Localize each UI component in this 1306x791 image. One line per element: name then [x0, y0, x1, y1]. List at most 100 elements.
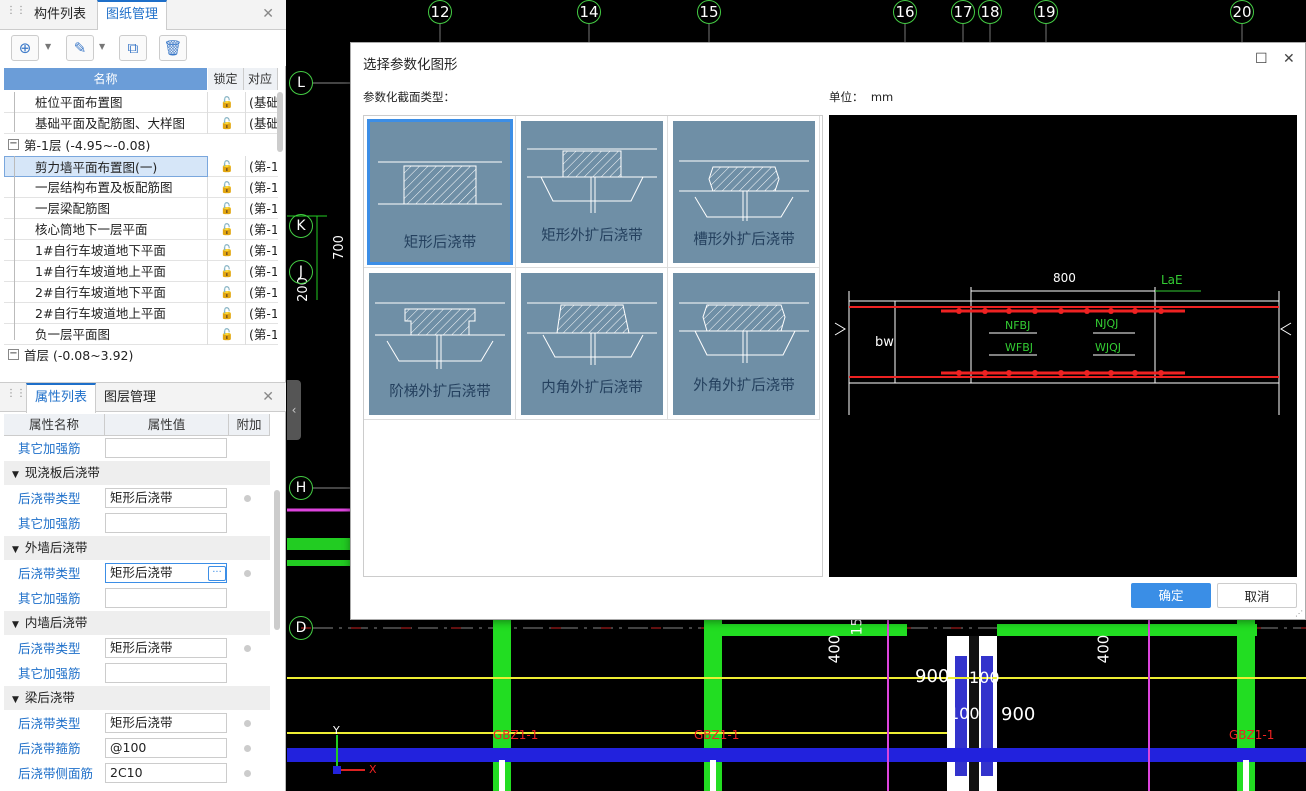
property-row[interactable]: 后浇带类型 矩形后浇带 ···	[4, 561, 270, 586]
lock-icon[interactable]: 🔓	[209, 198, 246, 219]
property-value[interactable]	[105, 588, 227, 608]
property-value[interactable]: 矩形后浇带	[105, 713, 227, 733]
column-header-extra: 附加	[229, 414, 270, 436]
ellipsis-button[interactable]: ···	[208, 566, 226, 581]
dropdown-arrow-icon[interactable]: ▼	[99, 42, 105, 51]
column-header-name[interactable]: 名称	[4, 68, 208, 90]
property-row[interactable]: 后浇带类型 矩形后浇带	[4, 711, 270, 736]
property-row[interactable]: 后浇带类型 矩形后浇带	[4, 486, 270, 511]
floor-group[interactable]: − 第-1层 (-4.95~-0.08)	[4, 135, 278, 156]
dim-text: 100	[969, 668, 1000, 687]
list-item[interactable]: 负一层平面图 🔓 (第-1	[4, 324, 278, 345]
lock-icon[interactable]: 🔓	[209, 324, 246, 345]
drag-grip-icon[interactable]: ⋮⋮	[6, 6, 26, 22]
preview-dim-800: 800	[1053, 271, 1076, 285]
collapse-icon[interactable]: −	[8, 139, 19, 150]
property-row[interactable]: 其它加强筋	[4, 511, 270, 536]
resize-grip-icon[interactable]: ⋰	[1295, 609, 1303, 618]
property-value[interactable]	[105, 663, 227, 683]
axis-number: 20	[1230, 0, 1254, 24]
property-row[interactable]: 后浇带类型 矩形后浇带	[4, 636, 270, 661]
property-value[interactable]: 矩形后浇带	[105, 638, 227, 658]
drawing-tabbar: ⋮⋮ 构件列表 图纸管理 ✕	[0, 0, 286, 30]
shape-step-expand-post-pour[interactable]: 阶梯外扩后浇带	[364, 268, 516, 420]
shape-outer-corner-expand[interactable]: 外角外扩后浇带	[668, 268, 820, 420]
shape-gallery: 矩形后浇带 矩形外扩后浇带 槽形外扩后浇带 阶梯外扩后浇带 内角外扩后浇带 外角…	[363, 115, 823, 577]
lock-icon[interactable]: 🔓	[209, 282, 246, 303]
delete-icon[interactable]: 🗑	[159, 35, 187, 61]
drag-grip-icon[interactable]: ⋮⋮	[6, 389, 26, 405]
preview-label: NFBJ	[1005, 319, 1031, 332]
list-item[interactable]: 一层梁配筋图 🔓 (第-1	[4, 198, 278, 219]
property-row[interactable]: 后浇带侧面筋 2C10	[4, 761, 270, 786]
add-drawing-icon[interactable]: ⊕	[11, 35, 39, 61]
list-item[interactable]: 一层结构布置及板配筋图 🔓 (第-1	[4, 177, 278, 198]
scrollbar[interactable]	[274, 490, 280, 630]
shape-groove-expand-post-pour[interactable]: 槽形外扩后浇带	[668, 116, 820, 268]
ucs-x-label: X	[369, 763, 377, 776]
property-row[interactable]: 后浇带箍筋 @100	[4, 736, 270, 761]
shape-inner-corner-expand[interactable]: 内角外扩后浇带	[516, 268, 668, 420]
floor-group[interactable]: − 首层 (-0.08~3.92)	[4, 345, 278, 366]
maximize-icon[interactable]: ☐	[1255, 51, 1268, 67]
lock-icon[interactable]: 🔓	[209, 240, 246, 261]
list-item[interactable]: 1#自行车坡道地上平面 🔓 (第-1	[4, 261, 278, 282]
property-value[interactable]	[105, 438, 227, 458]
collapse-handle[interactable]: ‹	[287, 380, 301, 440]
axis-number: 12	[428, 0, 452, 24]
list-item[interactable]: 2#自行车坡道地下平面 🔓 (第-1	[4, 282, 278, 303]
column-header-lock[interactable]: 锁定	[208, 68, 244, 90]
property-section[interactable]: ▼ 现浇板后浇带	[4, 461, 270, 485]
column-header-match[interactable]: 对应	[244, 68, 278, 90]
lock-icon[interactable]: 🔓	[209, 177, 246, 198]
extra-indicator-icon	[244, 645, 251, 652]
list-item-selected[interactable]: 剪力墙平面布置图(一) 🔓 (第-1	[4, 156, 278, 177]
lock-icon[interactable]: 🔓	[209, 92, 246, 113]
edit-drawing-icon[interactable]: ✎	[66, 35, 94, 61]
ok-button[interactable]: 确定	[1131, 583, 1211, 608]
preview-label: NJQJ	[1095, 317, 1119, 330]
lock-icon[interactable]: 🔓	[209, 261, 246, 282]
tab-property-list[interactable]: 属性列表	[26, 383, 97, 413]
tab-component-list[interactable]: 构件列表	[26, 0, 94, 30]
copy-drawing-icon[interactable]: ⧉	[119, 35, 147, 61]
dim-text: 400	[1094, 634, 1113, 664]
property-value[interactable]	[105, 513, 227, 533]
property-row[interactable]: 其它加强筋	[4, 661, 270, 686]
property-row[interactable]: 其它加强筋	[4, 436, 270, 461]
axis-number: 18	[978, 0, 1002, 24]
dropdown-arrow-icon[interactable]: ▼	[45, 42, 51, 51]
property-row[interactable]: 其它加强筋	[4, 586, 270, 611]
list-item[interactable]: 1#自行车坡道地下平面 🔓 (第-1	[4, 240, 278, 261]
property-value[interactable]: @100	[105, 738, 227, 758]
shape-rect-expand-post-pour[interactable]: 矩形外扩后浇带	[516, 116, 668, 268]
dim-text: 700	[331, 235, 347, 260]
scrollbar[interactable]	[277, 92, 283, 152]
close-icon[interactable]: ✕	[262, 6, 274, 22]
property-value[interactable]: 2C10	[105, 763, 227, 783]
shape-rect-post-pour[interactable]: 矩形后浇带	[364, 116, 516, 268]
close-icon[interactable]: ✕	[1283, 51, 1295, 67]
ucs-y-label: Y	[333, 724, 340, 737]
property-section[interactable]: ▼ 梁后浇带	[4, 686, 270, 710]
collapse-icon[interactable]: −	[8, 349, 19, 360]
list-item[interactable]: 核心筒地下一层平面 🔓 (第-1	[4, 219, 278, 240]
tab-drawing-management[interactable]: 图纸管理	[97, 0, 168, 30]
tab-layer-management[interactable]: 图层管理	[96, 383, 164, 413]
property-value[interactable]: 矩形后浇带	[105, 488, 227, 508]
list-item[interactable]: 桩位平面布置图 🔓 (基础	[4, 92, 278, 113]
property-section[interactable]: ▼ 外墙后浇带	[4, 536, 270, 560]
row-bubble-L: L	[289, 71, 313, 95]
close-icon[interactable]: ✕	[262, 389, 274, 405]
list-item[interactable]: 基础平面及配筋图、大样图 🔓 (基础	[4, 113, 278, 134]
lock-icon[interactable]: 🔓	[209, 303, 246, 324]
lock-icon[interactable]: 🔓	[209, 156, 246, 177]
lock-icon[interactable]: 🔓	[209, 113, 246, 134]
extra-indicator-icon	[244, 570, 251, 577]
cancel-button[interactable]: 取消	[1217, 583, 1297, 608]
preview-label: WFBJ	[1005, 341, 1033, 354]
lock-icon[interactable]: 🔓	[209, 219, 246, 240]
list-item[interactable]: 2#自行车坡道地上平面 🔓 (第-1	[4, 303, 278, 324]
property-section[interactable]: ▼ 内墙后浇带	[4, 611, 270, 635]
section-label: 参数化截面类型：	[363, 90, 455, 104]
